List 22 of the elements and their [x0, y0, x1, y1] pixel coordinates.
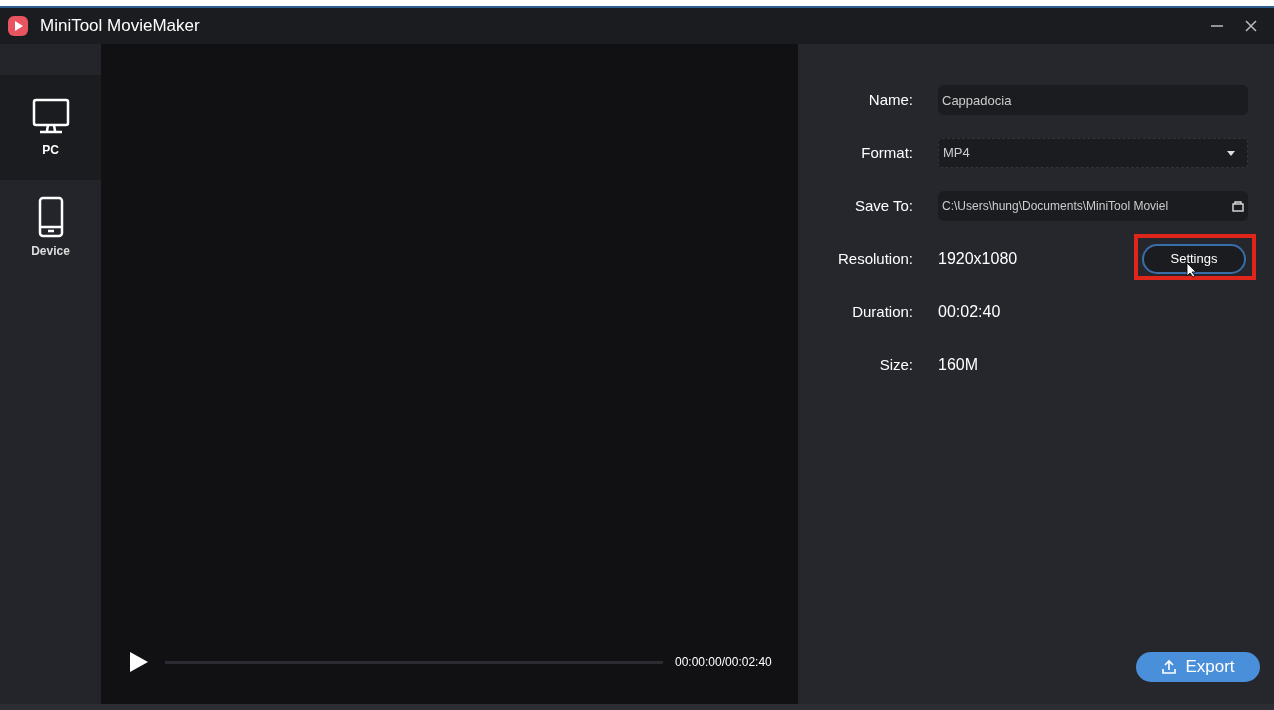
- name-field[interactable]: Cappadocia: [938, 85, 1248, 115]
- field-label: Duration:: [851, 301, 913, 322]
- settings-button[interactable]: Settings: [1142, 244, 1246, 274]
- field-label: Format:: [860, 142, 913, 163]
- window-title: MiniTool MovieMaker: [40, 15, 200, 38]
- sidebar-tab[interactable]: PC: [0, 75, 101, 180]
- field-label: Resolution:: [836, 248, 913, 269]
- app-logo-icon: [8, 16, 28, 36]
- field-label: Save To:: [853, 195, 913, 216]
- playback-time: 00:00:00/00:02:40: [675, 654, 772, 671]
- upload-icon: [1161, 659, 1178, 675]
- close-icon[interactable]: [1244, 19, 1258, 33]
- field-label: Size:: [878, 354, 913, 375]
- field-value: 160M: [938, 355, 979, 375]
- play-icon[interactable]: [129, 651, 149, 673]
- caret-icon: [1227, 150, 1235, 156]
- save-path-field[interactable]: C:\Users\hung\Documents\MiniTool Moviel: [938, 191, 1248, 221]
- field-label: Name:: [867, 89, 913, 110]
- phone-icon: [36, 195, 65, 238]
- format-dropdown[interactable]: MP4: [938, 138, 1248, 168]
- field-value: 1920x1080: [938, 249, 1018, 269]
- field-value: 00:02:40: [938, 302, 1001, 322]
